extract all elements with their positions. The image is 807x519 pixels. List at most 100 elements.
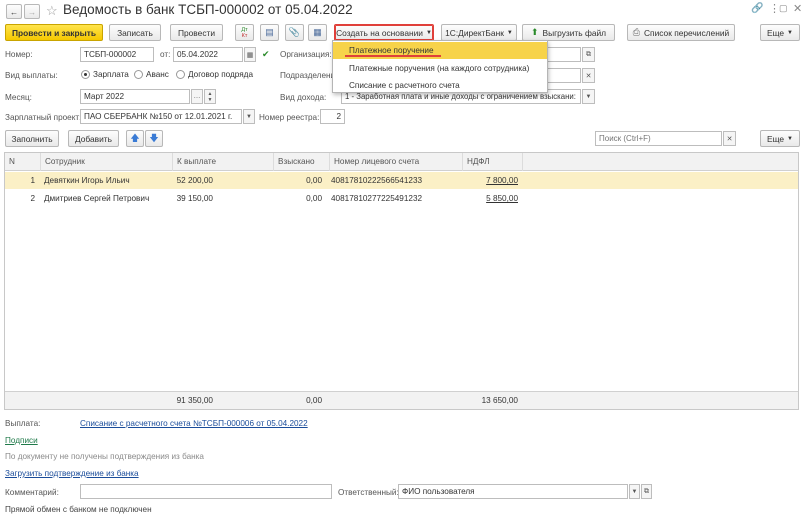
dropdown-arrow-icon: ▼ [506,29,513,36]
arrow-up-icon: 🡅 [130,132,140,143]
payment-type-advance[interactable]: Аванс [134,70,169,80]
close-icon[interactable]: ✕ [793,2,802,15]
forward-button[interactable]: → [24,4,40,19]
column-header-withheld[interactable]: Взыскано [274,153,330,171]
pay-amount: 39 150,00 [176,194,213,203]
row-number: 2 [30,194,35,203]
search-clear-button[interactable]: ✕ [723,131,736,146]
ndfl-amount-link[interactable]: 7 800,00 [463,172,518,189]
income-type-label: Вид дохода: [280,93,327,102]
document-structure-icon: ▦ [313,27,322,37]
payment-type-salary[interactable]: Зарплата [81,70,129,80]
upload-icon: ⬆ [530,27,539,37]
comment-label: Комментарий: [5,488,59,497]
employee-name: Дмитриев Сергей Петрович [44,194,150,203]
income-type-dropdown[interactable]: ▼ [582,89,595,104]
save-button[interactable]: Записать [109,24,161,41]
maximize-icon[interactable]: ▢ [779,3,788,14]
menu-item-account-withdrawal[interactable]: Списание с расчетного счета [333,77,547,94]
month-field[interactable]: Март 2022 [80,89,190,104]
fill-button[interactable]: Заполнить [5,130,59,147]
total-ndfl: 13 650,00 [481,396,518,405]
ndfl-amount-link[interactable]: 5 850,00 [463,190,518,207]
clear-x-icon: ✕ [585,72,592,80]
registry-number-field[interactable]: 2 [320,109,345,124]
post-and-close-button[interactable]: Провести и закрыть [5,24,103,41]
upload-file-button[interactable]: ⬆ Выгрузить файл [522,24,615,41]
column-header-account[interactable]: Номер лицевого счета [330,153,463,171]
open-icon: ⧉ [586,50,591,58]
attach-button[interactable]: 📎 [285,24,304,41]
more-button[interactable]: Еще ▼ [760,24,800,41]
table-totals: 91 350,00 0,00 13 650,00 [5,391,798,409]
report-button[interactable]: ▤ [260,24,279,41]
column-header-ndfl[interactable]: НДФЛ [463,153,523,171]
responsible-field[interactable]: ФИО пользователя [398,484,628,499]
organization-field[interactable] [547,47,581,62]
menu-item-payment-orders-each[interactable]: Платежные поручения (на каждого сотрудни… [333,60,547,77]
number-label: Номер: [5,50,33,59]
total-withheld: 0,00 [306,396,322,405]
table-row[interactable]: 2 Дмитриев Сергей Петрович 39 150,00 0,0… [5,190,798,207]
status-check-icon: ✔ [262,49,270,59]
post-button[interactable]: Провести [170,24,223,41]
row-number: 1 [30,176,35,185]
table-row[interactable]: 1 Девяткин Игорь Ильич 52 200,00 0,00 40… [5,172,798,189]
salary-project-field[interactable]: ПАО СБЕРБАНК №150 от 12.01.2021 г. [80,109,242,124]
column-header-employee[interactable]: Сотрудник [41,153,173,171]
division-clear-button[interactable]: ✕ [582,68,595,83]
dt-kt-icon: Дт Кт [241,26,248,39]
calendar-button[interactable]: ▦ [244,47,256,62]
favorite-star-icon[interactable]: ☆ [46,3,58,19]
dropdown-arrow-icon: ▼ [787,29,793,36]
paperclip-icon: 📎 [288,27,301,37]
move-down-button[interactable]: 🡇 [145,130,163,147]
calendar-icon: ▦ [246,51,254,59]
table-more-button[interactable]: Еще ▼ [760,130,800,147]
clear-x-icon: ✕ [726,135,733,143]
column-header-pay[interactable]: К выплате [173,153,274,171]
confirmation-status: По документу не получены подтверждения и… [5,452,204,461]
organization-label: Организация: [280,50,332,59]
window-title: Ведомость в банк ТСБП-000002 от 05.04.20… [63,2,353,17]
document-list-icon: ▤ [265,27,274,37]
date-field[interactable]: 05.04.2022 [173,47,243,62]
comment-field[interactable] [80,484,332,499]
payment-label: Выплата: [5,419,41,428]
transfer-list-label: Список перечислений [644,27,730,38]
radio-off-icon [134,70,143,80]
search-input[interactable] [595,131,722,146]
direct-bank-button[interactable]: 1С:ДиректБанк ▼ [441,24,517,41]
link-icon[interactable]: 🔗 [751,3,763,14]
payment-document-link[interactable]: Списание с расчетного счета №ТСБП-000006… [80,419,308,428]
chevron-down-icon: ▼ [631,488,638,495]
month-select-button[interactable]: … [191,89,203,104]
radio-off-icon [176,70,185,80]
division-field[interactable] [547,68,581,83]
load-confirmation-link[interactable]: Загрузить подтверждение из банка [5,469,139,478]
dt-kt-button[interactable]: Дт Кт [235,24,254,41]
back-button[interactable]: ← [6,4,22,19]
transfer-list-button[interactable]: ⎙ Список перечислений [627,24,735,41]
salary-project-label: Зарплатный проект: [5,113,82,122]
column-header-n[interactable]: N [5,153,41,171]
chevron-down-icon: ▼ [585,93,592,100]
create-based-on-button[interactable]: Создать на основании ▼ [334,24,434,41]
organization-open-button[interactable]: ⧉ [582,47,595,62]
number-field[interactable]: ТСБП-000002 [80,47,154,62]
responsible-dropdown[interactable]: ▼ [629,484,640,499]
salary-project-dropdown[interactable]: ▼ [243,109,255,124]
move-up-button[interactable]: 🡅 [126,130,144,147]
structure-button[interactable]: ▦ [308,24,327,41]
registry-number-label: Номер реестра: [259,113,320,122]
responsible-open-button[interactable]: ⧉ [641,484,652,499]
dropdown-arrow-icon: ▼ [425,29,432,36]
month-stepper[interactable]: ▲ ▼ [204,89,216,104]
payment-type-contract[interactable]: Договор подряда [176,70,253,80]
signatures-link[interactable]: Подписи [5,436,38,445]
pay-amount: 52 200,00 [176,176,213,185]
add-button[interactable]: Добавить [68,130,119,147]
printer-icon: ⎙ [632,27,640,37]
radio-on-icon [81,70,90,80]
employees-table[interactable]: N Сотрудник К выплате Взыскано Номер лиц… [4,152,799,410]
